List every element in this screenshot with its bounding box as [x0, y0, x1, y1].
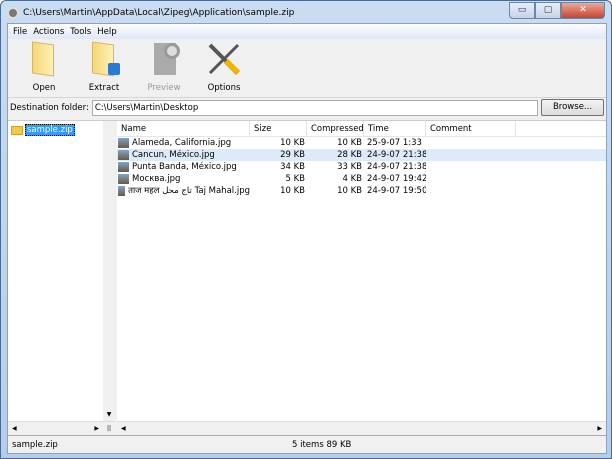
- file-list: Name Size Compressed Time Comment Alamed…: [117, 121, 606, 421]
- file-time: 25-9-07 1:33: [367, 138, 422, 148]
- folder-icon: [26, 41, 62, 77]
- file-time: 24-9-07 19:42: [367, 174, 426, 184]
- image-file-icon: [118, 162, 129, 172]
- tree-item-label: sample.zip: [25, 124, 75, 136]
- vertical-scrollbar[interactable]: ▼: [103, 121, 115, 421]
- folder-icon: [11, 125, 23, 135]
- menu-tools[interactable]: Tools: [67, 27, 94, 37]
- menu-actions[interactable]: Actions: [30, 27, 67, 37]
- file-name: Punta Banda, México.jpg: [132, 162, 237, 172]
- file-name: Alameda, California.jpg: [132, 138, 232, 148]
- preview-icon: [146, 41, 182, 77]
- column-compressed[interactable]: Compressed: [307, 121, 364, 136]
- file-compressed: 28 KB: [337, 150, 362, 160]
- file-compressed: 10 KB: [337, 186, 362, 196]
- column-comment[interactable]: Comment: [426, 121, 516, 136]
- status-archive: sample.zip: [12, 439, 58, 450]
- file-size: 10 KB: [280, 138, 305, 148]
- file-size: 29 KB: [280, 150, 305, 160]
- file-compressed: 33 KB: [337, 162, 362, 172]
- table-row[interactable]: ताज महल تاج محل Taj Mahal.jpg 10 KB 10 K…: [117, 185, 606, 197]
- file-time: 24-9-07 21:38: [367, 150, 426, 160]
- destination-input[interactable]: [91, 99, 538, 116]
- preview-label: Preview: [147, 83, 181, 93]
- table-row[interactable]: Punta Banda, México.jpg 34 KB 33 KB 24-9…: [117, 161, 606, 173]
- file-name: ताज महल تاج محل Taj Mahal.jpg: [128, 186, 250, 196]
- tools-icon: [206, 41, 242, 77]
- table-row[interactable]: Cancun, México.jpg 29 KB 28 KB 24-9-07 2…: [117, 149, 606, 161]
- extract-button[interactable]: Extract: [74, 39, 134, 97]
- close-button[interactable]: ✕: [561, 2, 605, 19]
- file-name: Москва.jpg: [132, 174, 181, 184]
- minimize-button[interactable]: ▭: [509, 2, 535, 19]
- image-file-icon: [118, 186, 126, 196]
- file-name: Cancun, México.jpg: [132, 150, 215, 160]
- title-bar: C:\Users\Martin\AppData\Local\Zipeg\Appl…: [7, 4, 294, 22]
- open-label: Open: [32, 83, 56, 93]
- status-bar: sample.zip 5 items 89 KB: [8, 435, 606, 453]
- image-file-icon: [118, 150, 129, 160]
- menu-bar: File Actions Tools Help: [8, 24, 606, 39]
- file-time: 24-9-07 19:50: [367, 186, 426, 196]
- image-file-icon: [118, 138, 129, 148]
- file-size: 34 KB: [280, 162, 305, 172]
- app-window: C:\Users\Martin\AppData\Local\Zipeg\Appl…: [0, 0, 612, 459]
- split-handle[interactable]: ||: [103, 421, 115, 434]
- column-name[interactable]: Name: [117, 121, 250, 136]
- column-time[interactable]: Time: [364, 121, 426, 136]
- menu-help[interactable]: Help: [94, 27, 119, 37]
- file-size: 10 KB: [280, 186, 305, 196]
- file-size: 5 KB: [285, 174, 305, 184]
- options-label: Options: [207, 83, 241, 93]
- file-compressed: 10 KB: [337, 138, 362, 148]
- file-time: 24-9-07 21:38: [367, 162, 426, 172]
- toolbar: Open Extract Preview Options: [8, 39, 606, 98]
- menu-file[interactable]: File: [10, 27, 30, 37]
- browse-button[interactable]: Browse...: [541, 99, 604, 116]
- tree-item[interactable]: sample.zip: [11, 124, 103, 136]
- destination-label: Destination folder:: [10, 102, 89, 113]
- app-icon: [7, 7, 19, 19]
- options-button[interactable]: Options: [194, 39, 254, 97]
- list-header: Name Size Compressed Time Comment: [117, 121, 606, 137]
- preview-button[interactable]: Preview: [134, 39, 194, 97]
- list-horizontal-scrollbar[interactable]: ◀ ▶: [117, 421, 606, 434]
- maximize-button[interactable]: ▢: [535, 2, 561, 19]
- tree-horizontal-scrollbar[interactable]: ◀ ▶: [8, 421, 103, 434]
- status-summary: 5 items 89 KB: [292, 439, 352, 450]
- table-row[interactable]: Москва.jpg 5 KB 4 KB 24-9-07 19:42: [117, 173, 606, 185]
- extract-folder-icon: [86, 41, 122, 77]
- table-row[interactable]: Alameda, California.jpg 10 KB 10 KB 25-9…: [117, 137, 606, 149]
- column-size[interactable]: Size: [250, 121, 307, 136]
- image-file-icon: [118, 174, 129, 184]
- extract-label: Extract: [88, 83, 120, 93]
- file-compressed: 4 KB: [342, 174, 362, 184]
- open-button[interactable]: Open: [14, 39, 74, 97]
- archive-tree: sample.zip: [8, 121, 103, 421]
- window-title: C:\Users\Martin\AppData\Local\Zipeg\Appl…: [23, 8, 295, 18]
